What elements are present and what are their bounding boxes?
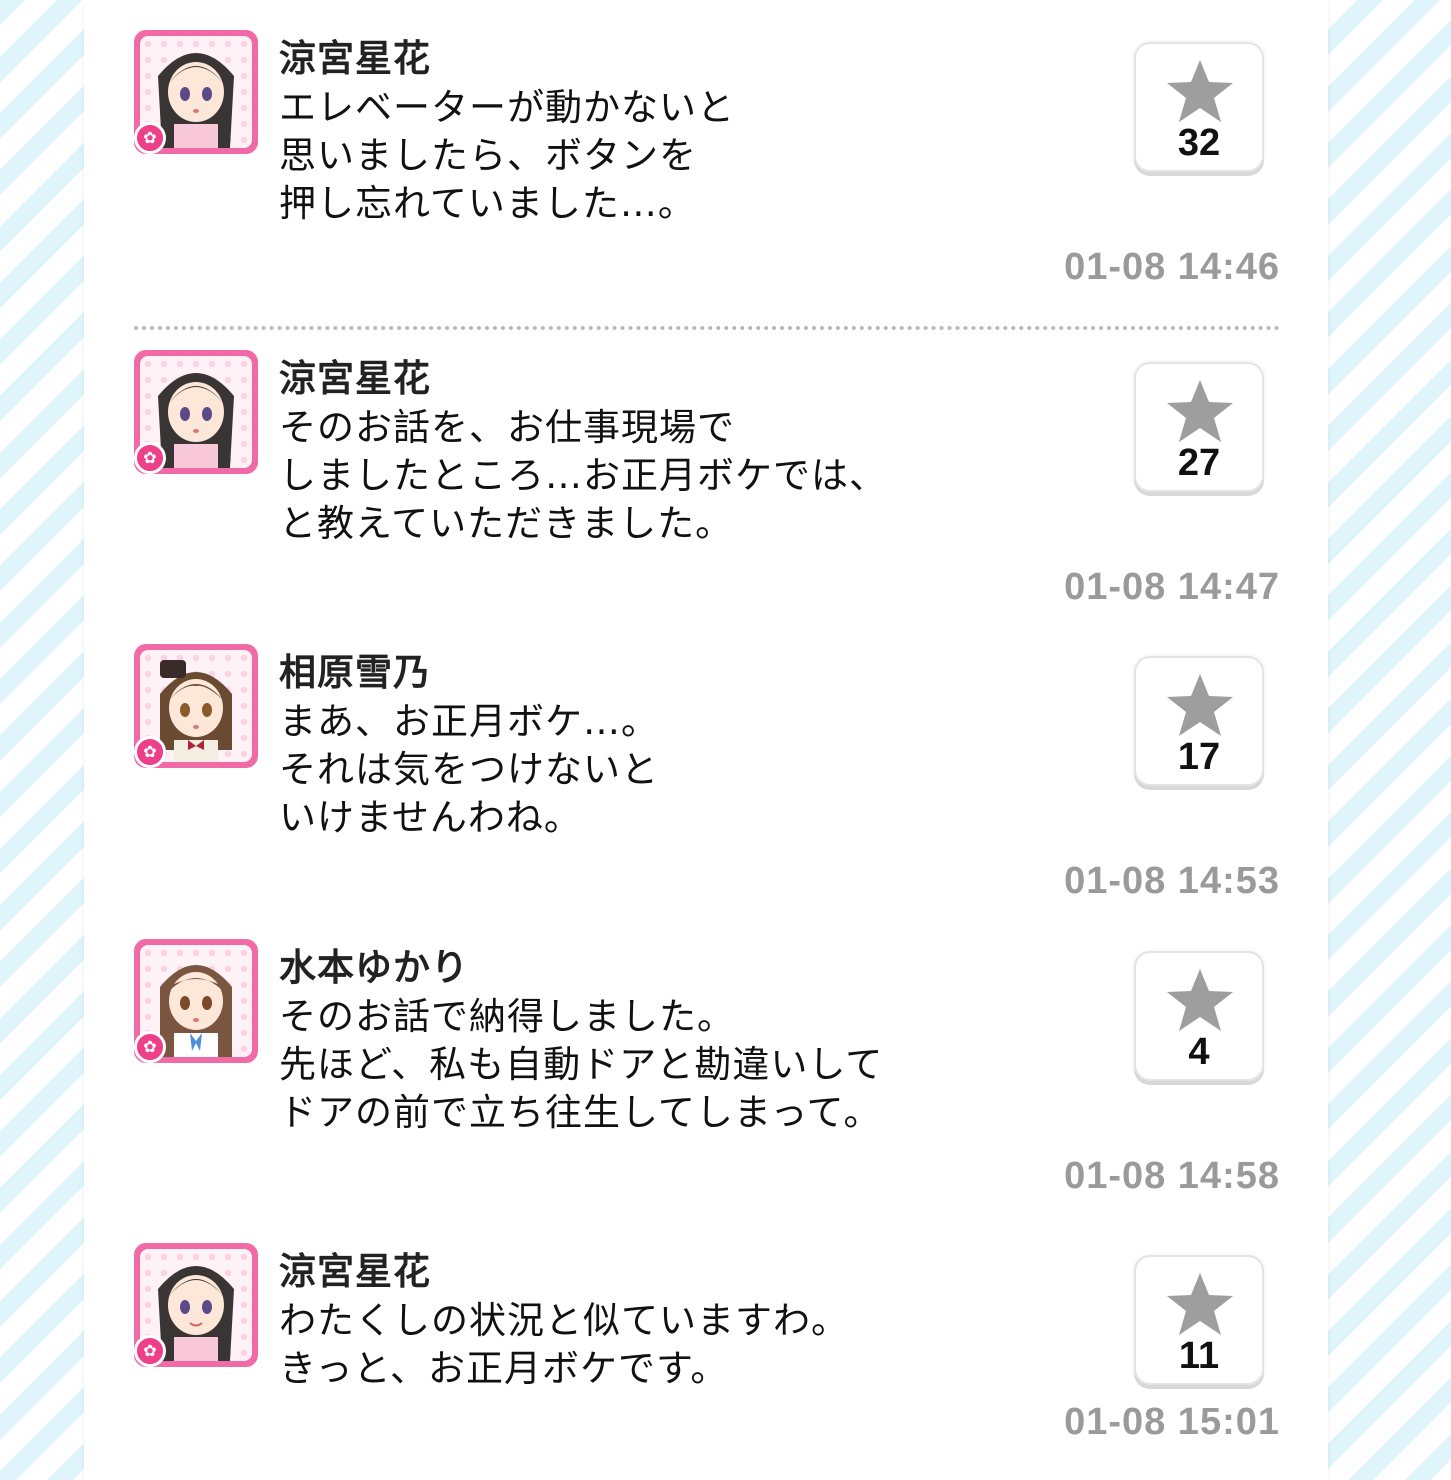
post-timestamp: 01-08 15:01 [1064,1401,1280,1443]
author-name[interactable]: 涼宮星花 [279,348,431,402]
avatar[interactable]: ✿ [134,644,258,768]
flower-icon: ✿ [134,442,166,474]
star-icon [1167,969,1233,1031]
like-count: 32 [1177,122,1221,164]
like-count: 4 [1188,1031,1210,1073]
flower-icon: ✿ [134,122,166,154]
message-text: エレベーターが動かないと 思いましたら、ボタンを 押し忘れていました…。 [279,86,735,225]
message-text: そのお話を、お仕事現場で しましたところ…お正月ボケでは、 と教えていただきまし… [279,406,887,545]
message-text: わたくしの状況と似ていますわ。 きっと、お正月ボケです。 [279,1299,849,1390]
divider [134,326,1280,330]
avatar[interactable]: ✿ [134,350,258,474]
like-button[interactable]: 27 [1134,362,1264,492]
star-icon [1167,60,1233,122]
author-name[interactable]: 相原雪乃 [279,642,431,696]
post-timestamp: 01-08 14:47 [1064,566,1280,608]
like-count: 27 [1177,442,1221,484]
author-name[interactable]: 水本ゆかり [279,937,469,991]
message-text: そのお話で納得しました。 先ほど、私も自動ドアと勘違いして ドアの前で立ち往生し… [279,995,884,1134]
avatar[interactable]: ✿ [134,30,258,154]
like-button[interactable]: 4 [1134,951,1264,1081]
flower-icon: ✿ [134,736,166,768]
like-count: 11 [1178,1335,1220,1377]
like-button[interactable]: 32 [1134,42,1264,172]
flower-icon: ✿ [134,1031,166,1063]
avatar[interactable]: ✿ [134,939,258,1063]
avatar[interactable]: ✿ [134,1243,258,1367]
star-icon [1167,1273,1233,1335]
star-icon [1167,380,1233,442]
author-name[interactable]: 涼宮星花 [279,1241,431,1295]
timeline-panel: ✿ 涼宮星花 エレベーターが動かないと 思いましたら、ボタンを 押し忘れていまし… [84,0,1328,1480]
author-name[interactable]: 涼宮星花 [279,28,431,82]
like-button[interactable]: 17 [1134,656,1264,786]
like-count: 17 [1177,736,1221,778]
post-timestamp: 01-08 14:46 [1064,246,1280,288]
flower-icon: ✿ [134,1335,166,1367]
star-icon [1167,674,1233,736]
like-button[interactable]: 11 [1134,1255,1264,1385]
post-timestamp: 01-08 14:58 [1064,1155,1280,1197]
message-text: まあ、お正月ボケ…。 それは気をつけないと いけませんわね。 [279,700,659,839]
post-timestamp: 01-08 14:53 [1064,860,1280,902]
